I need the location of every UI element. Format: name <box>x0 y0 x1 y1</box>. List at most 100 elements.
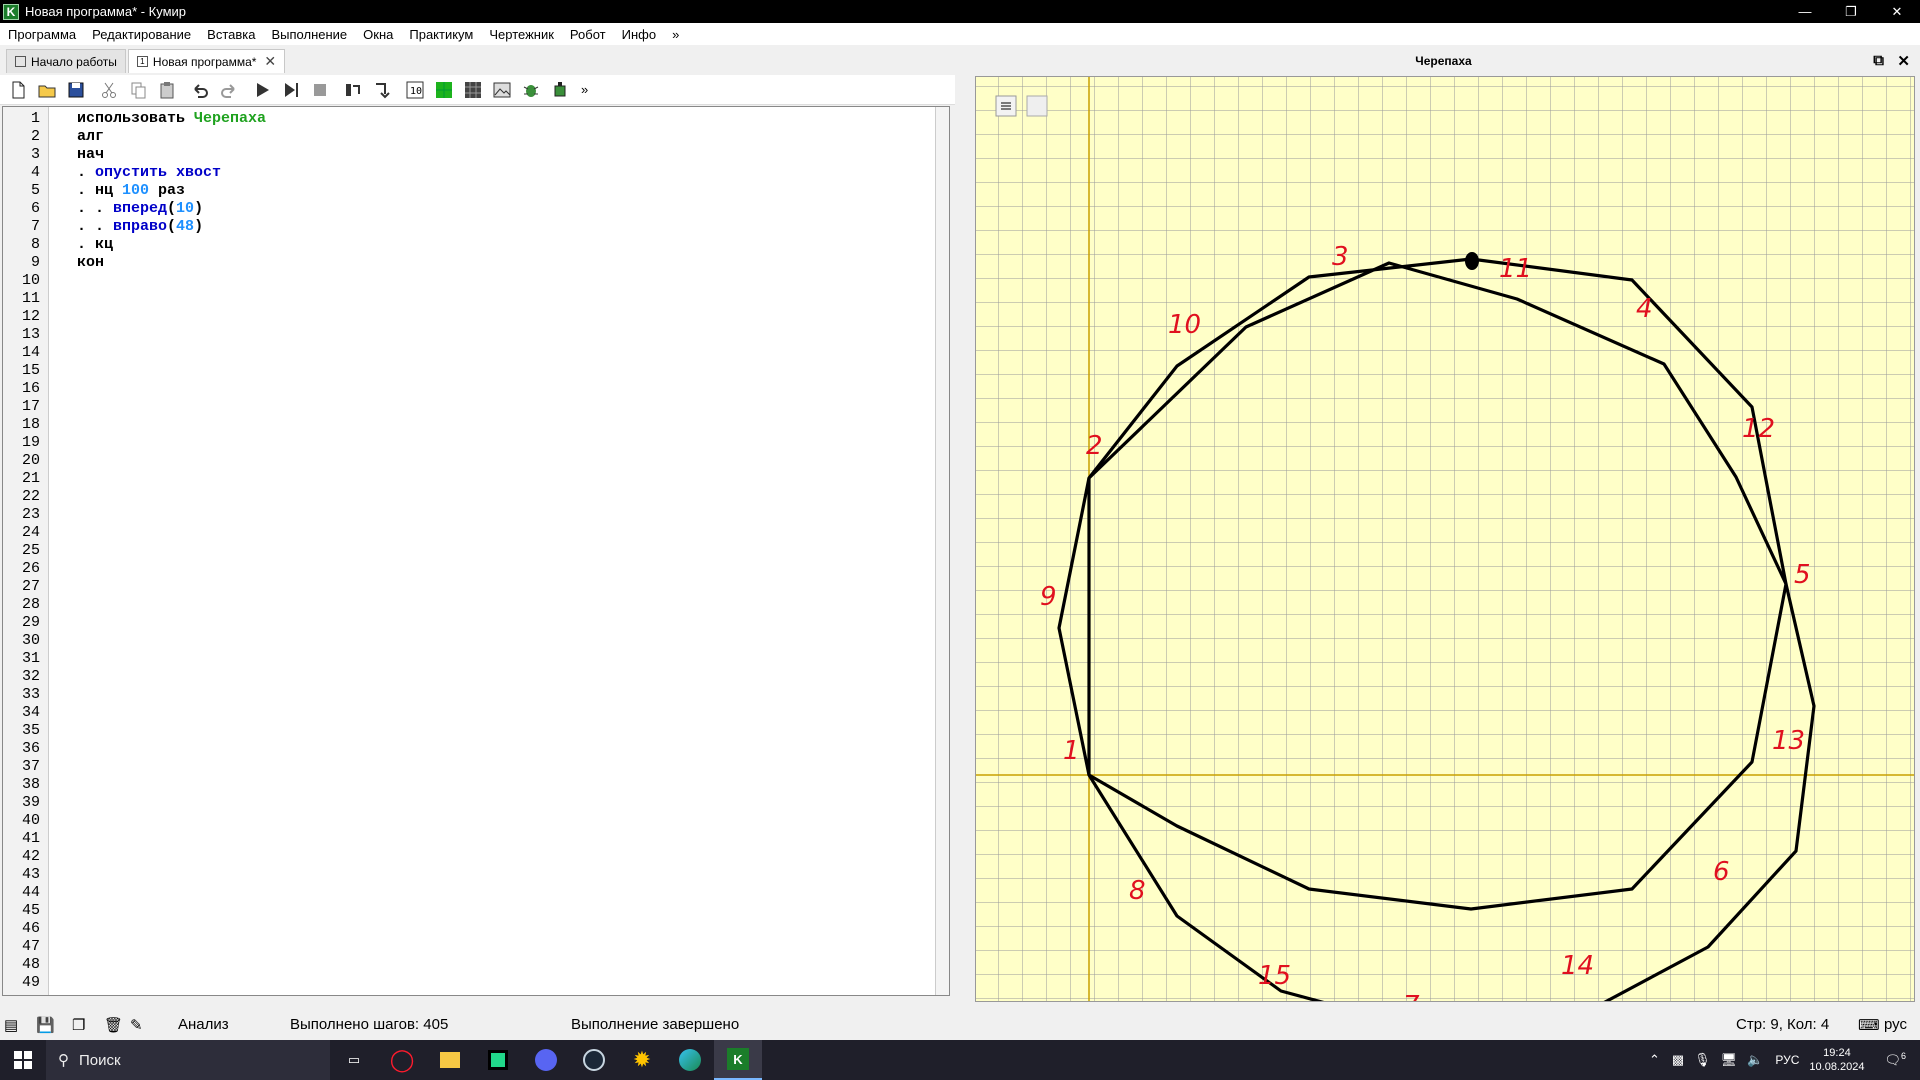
start-page-icon <box>15 56 26 67</box>
microphone-icon[interactable]: 🎙 <box>1694 1052 1711 1068</box>
clock-date: 10.08.2024 <box>1809 1061 1865 1073</box>
sun-app-icon[interactable]: ✹ <box>618 1040 666 1080</box>
code-line[interactable]: использовать Черепаха <box>77 110 266 128</box>
annotation-3: 3 <box>1332 242 1349 272</box>
menu-item-2[interactable]: Вставка <box>199 27 263 42</box>
close-window-button[interactable]: ✕ <box>1874 0 1920 23</box>
code-token: кон <box>77 254 105 271</box>
toolbar-more-button[interactable]: » <box>581 82 588 97</box>
tray-chevron-icon[interactable]: ⌃ <box>1649 1052 1660 1068</box>
windows-start-icon[interactable] <box>0 1040 46 1080</box>
run-step-icon[interactable] <box>279 78 303 102</box>
tab-start[interactable]: Начало работы <box>6 49 126 73</box>
grid-green-icon[interactable] <box>432 78 456 102</box>
line-number: 32 <box>21 668 40 685</box>
taskbar: ⚲ Поиск ▭ ◯ ✹ K ⌃ ▩ 🎙 🖥 🔈 РУС 19:24 10.0… <box>0 1040 1920 1080</box>
tray-device-icon[interactable]: ▩ <box>1672 1052 1684 1068</box>
line-number: 28 <box>21 596 40 613</box>
code-line[interactable]: . опустить хвост <box>77 164 266 182</box>
save-icon[interactable] <box>64 78 88 102</box>
line-number: 40 <box>21 812 40 829</box>
undo-icon[interactable] <box>188 78 212 102</box>
menu-item-6[interactable]: Чертежник <box>481 27 562 42</box>
console-icon[interactable]: ▤ <box>4 1016 18 1034</box>
window-title: Новая программа* - Кумир <box>25 4 187 19</box>
copy-status-icon[interactable]: ❐ <box>72 1016 85 1034</box>
open-folder-icon[interactable] <box>35 78 59 102</box>
pycharm-icon[interactable] <box>474 1040 522 1080</box>
menu-item-5[interactable]: Практикум <box>401 27 481 42</box>
input-language[interactable]: РУС <box>1775 1053 1799 1067</box>
numbers-icon[interactable]: 10 <box>403 78 427 102</box>
stop-icon[interactable] <box>308 78 332 102</box>
redo-icon[interactable] <box>217 78 241 102</box>
paste-icon[interactable] <box>155 78 179 102</box>
code-line[interactable]: нач <box>77 146 266 164</box>
menu-item-9[interactable]: » <box>664 27 687 42</box>
volume-icon[interactable]: 🔈 <box>1747 1052 1763 1068</box>
new-file-icon[interactable] <box>6 78 30 102</box>
copy-icon[interactable] <box>126 78 150 102</box>
run-icon[interactable] <box>250 78 274 102</box>
step-into-icon[interactable] <box>370 78 394 102</box>
cut-icon[interactable] <box>97 78 121 102</box>
menu-item-1[interactable]: Редактирование <box>84 27 199 42</box>
code-token: 10 <box>176 200 195 217</box>
pencil-icon[interactable]: ✎ <box>130 1016 143 1034</box>
kumir-taskbar-icon[interactable]: K <box>714 1040 762 1080</box>
turtle-canvas[interactable]: 1 2 3 4 5 6 7 8 9 10 11 12 13 14 15 <box>975 76 1915 1002</box>
code-token: 48 <box>176 218 195 235</box>
grid-dark-icon[interactable] <box>461 78 485 102</box>
network-icon[interactable]: 🖥 <box>1721 1052 1738 1068</box>
maximize-button[interactable]: ❐ <box>1828 0 1874 23</box>
line-number: 17 <box>21 398 40 415</box>
steps-label: Выполнено шагов: 405 <box>290 1016 449 1033</box>
tab-new-program[interactable]: 1 Новая программа* ✕ <box>127 49 286 73</box>
close-icon[interactable]: ✕ <box>1897 52 1910 70</box>
steam-icon[interactable] <box>570 1040 618 1080</box>
trash-icon[interactable]: 🗑 <box>104 1016 123 1034</box>
notifications-icon[interactable]: 🗨6 <box>1884 1051 1906 1068</box>
clock[interactable]: 19:24 10.08.2024 <box>1809 1046 1864 1074</box>
line-number: 15 <box>21 362 40 379</box>
canvas-second-button[interactable] <box>1026 95 1048 117</box>
image-icon[interactable] <box>490 78 514 102</box>
code-token: . кц <box>77 236 114 253</box>
line-number: 9 <box>30 254 40 271</box>
opera-icon[interactable]: ◯ <box>378 1040 426 1080</box>
file-explorer-icon[interactable] <box>426 1040 474 1080</box>
edge-icon[interactable] <box>666 1040 714 1080</box>
menu-item-8[interactable]: Инфо <box>614 27 664 42</box>
task-view-icon[interactable]: ▭ <box>330 1040 378 1080</box>
code-line[interactable]: . нц 100 раз <box>77 182 266 200</box>
line-number: 38 <box>21 776 40 793</box>
line-number: 37 <box>21 758 40 775</box>
code-line[interactable]: кон <box>77 254 266 272</box>
close-tab-icon[interactable]: ✕ <box>264 53 276 70</box>
bug-icon[interactable] <box>519 78 543 102</box>
code-line[interactable]: алг <box>77 128 266 146</box>
float-window-icon[interactable]: ⧉ <box>1873 52 1884 69</box>
robot-icon[interactable] <box>548 78 572 102</box>
code-token: 100 <box>122 182 150 199</box>
menu-item-7[interactable]: Робот <box>562 27 614 42</box>
turtle-drawing[interactable]: 1 2 3 4 5 6 7 8 9 10 11 12 13 14 15 <box>976 77 1914 1001</box>
code-line[interactable]: . кц <box>77 236 266 254</box>
status-bar: ▤ 💾 ❐ 🗑 ✎ Анализ Выполнено шагов: 405 Вы… <box>0 1012 1920 1038</box>
menu-item-4[interactable]: Окна <box>355 27 401 42</box>
code-line[interactable]: . . вправо(48) <box>77 218 266 236</box>
editor-scrollbar[interactable] <box>935 107 949 995</box>
menu-item-0[interactable]: Программа <box>0 27 84 42</box>
toolbar: 10 » <box>0 75 955 105</box>
taskbar-search[interactable]: ⚲ Поиск <box>46 1040 330 1080</box>
minimize-button[interactable]: — <box>1782 0 1828 23</box>
step-over-icon[interactable] <box>341 78 365 102</box>
menu-item-3[interactable]: Выполнение <box>263 27 355 42</box>
annotation-4: 4 <box>1636 294 1653 324</box>
save-status-icon[interactable]: 💾 <box>36 1016 55 1034</box>
code-editor[interactable]: 1 2 3 4 5 6 7 8 9 10 11 12 13 14 15 16 17 18 19 20 21 22 23 24 2… <box>2 106 950 996</box>
code-line[interactable]: . . вперед(10) <box>77 200 266 218</box>
line-number: 46 <box>21 920 40 937</box>
discord-icon[interactable] <box>522 1040 570 1080</box>
code-area[interactable]: использовать Черепаха алг нач. опустить хв… <box>77 110 266 272</box>
